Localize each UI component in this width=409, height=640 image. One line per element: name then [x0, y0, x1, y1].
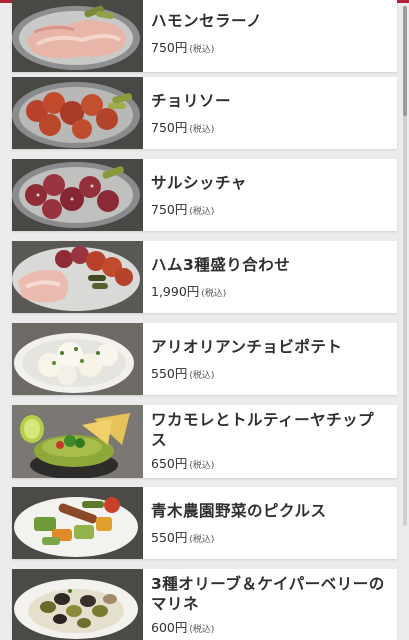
menu-item[interactable]: ハモンセラーノ 750円 (税込): [12, 0, 397, 72]
tax-included-label: (税込): [189, 461, 215, 471]
menu-item-price-row: 550円 (税込): [151, 366, 389, 384]
menu-item-price-row: 750円 (税込): [151, 40, 389, 58]
tax-included-label: (税込): [189, 45, 215, 55]
tax-included-label: (税込): [189, 125, 215, 135]
menu-item-price: 650円: [151, 456, 188, 471]
menu-item[interactable]: ハム3種盛り合わせ 1,990円 (税込): [12, 241, 397, 313]
scrollbar-thumb[interactable]: [403, 6, 407, 116]
menu-item-name: ハム3種盛り合わせ: [151, 256, 291, 274]
menu-item[interactable]: チョリソー 750円 (税込): [12, 77, 397, 149]
jamon-plate-photo: [12, 0, 143, 72]
menu-item[interactable]: 3種オリーブ＆ケイパーベリーのマリネ 600円 (税込): [12, 569, 397, 640]
menu-item-price: 750円: [151, 40, 188, 55]
tax-included-label: (税込): [189, 207, 215, 217]
potato-plate-photo: [12, 323, 143, 395]
chorizo-plate-photo: [12, 77, 143, 149]
menu-item[interactable]: アリオリアンチョビポテト 550円 (税込): [12, 323, 397, 395]
menu-item-price: 550円: [151, 366, 188, 381]
salsiccia-plate-photo: [12, 159, 143, 231]
menu-item-price-row: 600円 (税込): [151, 620, 389, 638]
menu-item-name: ワカモレとトルティーヤチップス: [151, 411, 375, 449]
pickles-photo: [12, 487, 143, 559]
tax-included-label: (税込): [201, 289, 227, 299]
menu-item-price: 550円: [151, 530, 188, 545]
menu-item-price: 1,990円: [151, 284, 200, 299]
tax-included-label: (税込): [189, 625, 215, 635]
menu-item-name: アリオリアンチョビポテト: [151, 338, 343, 356]
olive-marinade-photo: [12, 569, 143, 640]
tax-included-label: (税込): [189, 371, 215, 381]
menu-item-price-row: 750円 (税込): [151, 202, 389, 220]
menu-item-price-row: 650円 (税込): [151, 456, 389, 474]
menu-item[interactable]: 青木農園野菜のピクルス 550円 (税込): [12, 487, 397, 559]
menu-item-price-row: 1,990円 (税込): [151, 284, 389, 302]
menu-item-name: サルシッチャ: [151, 174, 247, 192]
menu-item-name: 3種オリーブ＆ケイパーベリーのマリネ: [151, 575, 385, 613]
menu-item-name: 青木農園野菜のピクルス: [151, 502, 327, 520]
guacamole-photo: [12, 405, 143, 478]
ham-assortment-photo: [12, 241, 143, 313]
menu-item-price-row: 750円 (税込): [151, 120, 389, 138]
tax-included-label: (税込): [189, 535, 215, 545]
menu-item[interactable]: ワカモレとトルティーヤチップス 650円 (税込): [12, 405, 397, 478]
menu-item-name: チョリソー: [151, 92, 232, 110]
menu-item-price: 750円: [151, 202, 188, 217]
menu-item-name: ハモンセラーノ: [151, 12, 263, 30]
scrollbar[interactable]: [403, 6, 407, 526]
menu-item-price: 750円: [151, 120, 188, 135]
menu-item-price: 600円: [151, 620, 188, 635]
menu-item[interactable]: サルシッチャ 750円 (税込): [12, 159, 397, 231]
menu-item-price-row: 550円 (税込): [151, 530, 389, 548]
